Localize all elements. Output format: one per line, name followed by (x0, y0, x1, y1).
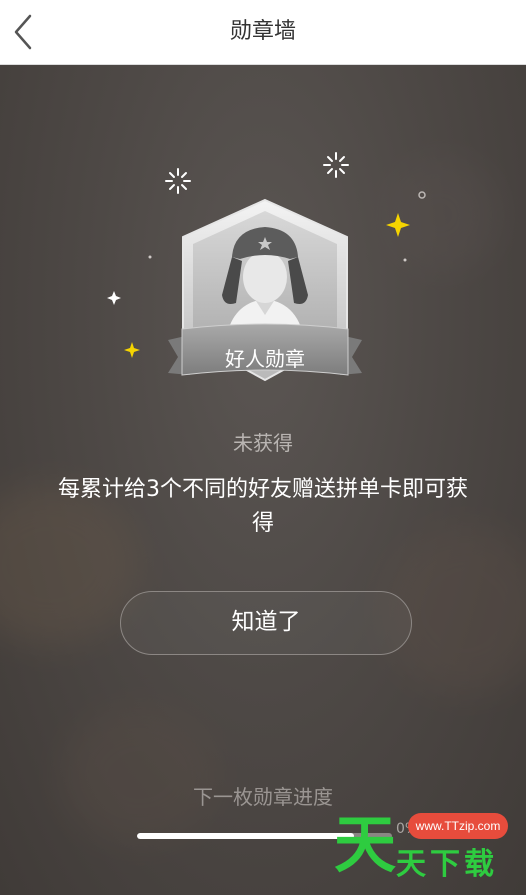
watermark-site: www.TTzip.com (408, 813, 508, 839)
badge-status: 未获得 (233, 431, 293, 455)
got-it-button[interactable]: 知道了 (120, 591, 412, 655)
badge-name: 好人勋章 (225, 347, 305, 371)
page-title: 勋章墙 (229, 19, 296, 44)
badge-description: 每累计给3个不同的好友赠送拼单卡即可获得 (58, 477, 468, 536)
watermark-big-char: 天 (334, 808, 397, 881)
site-watermark: 天 www.TTzip.com 天下载 (330, 805, 526, 895)
badge-detail-panel: 好人勋章 未获得 每累计给3个不同的好友赠送拼单卡即可获得 知道了 下一枚勋章进… (0, 65, 526, 895)
progress-fill (137, 833, 354, 839)
badge-emblem: 好人勋章 (150, 195, 380, 395)
nav-bar: 勋章墙 (0, 0, 526, 65)
watermark-small-chars: 天下载 (396, 847, 498, 882)
